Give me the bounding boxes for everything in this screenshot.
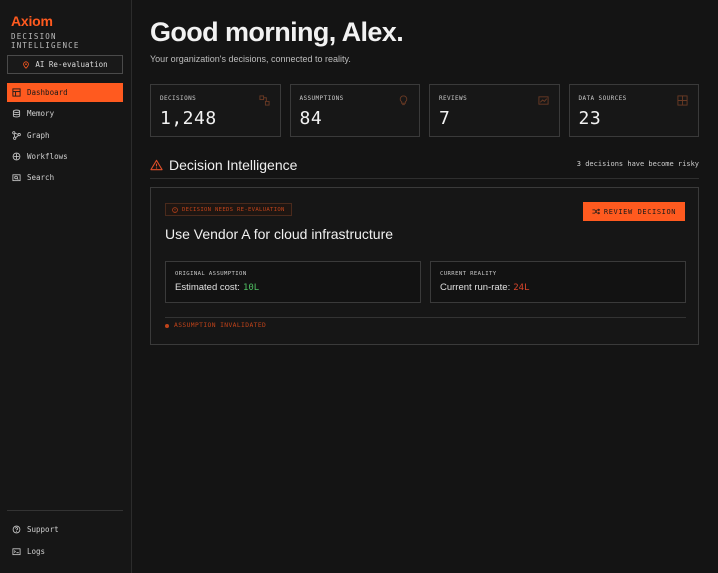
stat-label: ASSUMPTIONS xyxy=(299,95,344,102)
page-title: Good morning, Alex. xyxy=(150,17,404,47)
network-icon xyxy=(258,95,270,106)
original-assumption-value: 10L xyxy=(242,283,260,293)
nav-item-label: Search xyxy=(27,173,55,183)
nav-item-search[interactable]: Search xyxy=(7,168,123,187)
warning-icon xyxy=(150,159,163,171)
current-reality-box: CURRENT REALITY Current run-rate: 24L xyxy=(430,261,686,303)
decision-title[interactable]: Use Vendor A for cloud infrastructure xyxy=(165,226,393,242)
original-assumption-label: ORIGINAL ASSUMPTION xyxy=(175,271,247,277)
stat-card-reviews[interactable]: REVIEWS 7 xyxy=(429,84,560,137)
risky-count-note: 3 decisions have become risky xyxy=(576,160,699,168)
location-pin-icon xyxy=(23,60,30,69)
current-reality-value: 24L xyxy=(513,283,530,293)
alert-circle-icon xyxy=(172,206,178,213)
stat-value: 7 xyxy=(439,108,451,129)
database-icon xyxy=(12,109,21,118)
stat-label: DATA SOURCES xyxy=(578,95,627,102)
nav-item-label: Logs xyxy=(27,546,46,556)
stat-card-assumptions[interactable]: ASSUMPTIONS 84 xyxy=(289,84,420,137)
assumption-status-label: ASSUMPTION INVALIDATED xyxy=(174,322,267,329)
stats-row: DECISIONS 1,248 ASSUMPTIONS 84 REVIEWS 7… xyxy=(150,84,699,137)
grid-icon xyxy=(677,95,688,106)
graph-icon xyxy=(12,130,21,140)
card-divider xyxy=(165,317,686,318)
brand-subtitle: DECISION INTELLIGENCE xyxy=(11,32,80,50)
stat-value: 1,248 xyxy=(160,108,217,129)
bottom-nav: Support Logs xyxy=(7,520,123,563)
current-reality-text: Current run-rate: 24L xyxy=(440,282,530,293)
assumption-status: ASSUMPTION INVALIDATED xyxy=(165,322,266,329)
status-badge-label: DECISION NEEDS RE-EVALUATION xyxy=(182,206,285,213)
sidebar: Axiom DECISION INTELLIGENCE AI Re-evalua… xyxy=(0,0,132,573)
original-assumption-caption: Estimated cost: xyxy=(175,282,240,293)
help-icon xyxy=(12,525,21,534)
ai-reevaluation-button[interactable]: AI Re-evaluation xyxy=(7,55,123,74)
brand-logo[interactable]: Axiom xyxy=(11,13,53,29)
main-nav: Dashboard Memory Graph Workflows Search xyxy=(7,83,123,189)
stat-label: DECISIONS xyxy=(160,95,197,102)
section-divider xyxy=(150,178,699,179)
nav-item-workflows[interactable]: Workflows xyxy=(7,147,123,166)
lightbulb-icon xyxy=(399,95,408,106)
sidebar-divider xyxy=(7,510,123,511)
shuffle-icon xyxy=(592,208,600,215)
status-dot-icon xyxy=(165,323,169,328)
page-subtitle: Your organization's decisions, connected… xyxy=(150,54,351,64)
ai-reevaluation-label: AI Re-evaluation xyxy=(35,60,108,69)
nav-item-support[interactable]: Support xyxy=(7,520,123,539)
chart-icon xyxy=(537,96,549,105)
nav-item-label: Memory xyxy=(27,109,55,119)
stat-value: 23 xyxy=(578,108,602,129)
stat-card-decisions[interactable]: DECISIONS 1,248 xyxy=(150,84,281,137)
review-decision-button[interactable]: REVIEW DECISION xyxy=(583,202,685,221)
nav-item-dashboard[interactable]: Dashboard xyxy=(7,83,123,102)
stat-label: REVIEWS xyxy=(439,95,468,102)
review-decision-label: REVIEW DECISION xyxy=(603,207,677,216)
dashboard-icon xyxy=(12,88,21,97)
stat-card-data-sources[interactable]: DATA SOURCES 23 xyxy=(568,84,699,137)
decision-card: DECISION NEEDS RE-EVALUATION REVIEW DECI… xyxy=(150,187,699,345)
original-assumption-box: ORIGINAL ASSUMPTION Estimated cost: 10L xyxy=(165,261,421,303)
current-reality-caption: Current run-rate: xyxy=(440,282,511,293)
status-badge: DECISION NEEDS RE-EVALUATION xyxy=(165,203,292,216)
nav-item-logs[interactable]: Logs xyxy=(7,542,123,561)
section-header: Decision Intelligence xyxy=(150,157,297,173)
nav-item-label: Dashboard xyxy=(27,88,68,97)
nav-item-label: Graph xyxy=(27,130,50,140)
nav-item-label: Workflows xyxy=(27,151,68,161)
nav-item-memory[interactable]: Memory xyxy=(7,104,123,123)
stat-value: 84 xyxy=(299,108,323,129)
current-reality-label: CURRENT REALITY xyxy=(440,271,497,277)
nav-item-graph[interactable]: Graph xyxy=(7,126,123,145)
search-icon xyxy=(12,174,21,182)
original-assumption-text: Estimated cost: 10L xyxy=(175,282,259,293)
logs-icon xyxy=(12,547,21,555)
nav-item-label: Support xyxy=(27,525,59,534)
section-title: Decision Intelligence xyxy=(169,157,298,173)
workflow-icon xyxy=(12,152,21,161)
